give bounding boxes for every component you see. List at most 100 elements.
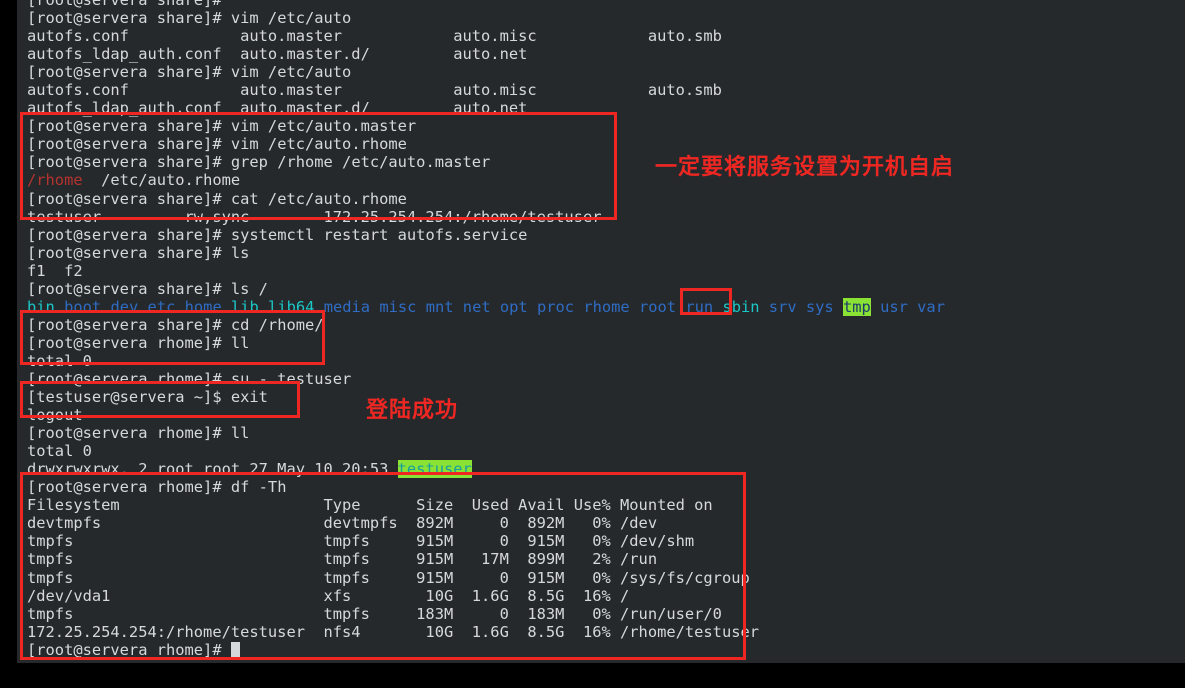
- terminal-text: devtmpfs devtmpfs 892M 0 892M 0% /dev: [27, 514, 658, 533]
- shell-command: vim /etc/auto: [221, 9, 352, 28]
- grep-match: /rhome: [27, 171, 83, 190]
- terminal-line: [root@servera share]#: [27, 0, 945, 9]
- shell-prompt: [root@servera share]#: [27, 243, 222, 262]
- shell-prompt: [root@servera rhome]#: [27, 369, 222, 388]
- annotation-text-autostart: 一定要将服务设置为开机自启: [655, 155, 955, 180]
- ls-entry-run: run: [685, 297, 714, 316]
- shell-command: cat /etc/auto.rhome: [221, 189, 407, 208]
- shell-prompt: [root@servera rhome]#: [27, 424, 222, 443]
- screenshot-root: [root@servera share]# [root@servera share…: [0, 0, 1185, 688]
- terminal-line: [root@servera share]# cd /rhome/: [27, 316, 945, 334]
- terminal-line: f1 f2: [27, 262, 945, 280]
- ls-entry-usr: usr: [880, 297, 908, 316]
- shell-command: df -Th: [221, 478, 287, 497]
- shell-prompt: [root@servera rhome]#: [27, 640, 222, 659]
- terminal-text: total 0: [27, 442, 92, 461]
- shell-command: vim /etc/auto.master: [221, 117, 417, 136]
- terminal-text: /etc/auto.rhome: [82, 171, 241, 190]
- terminal-line: tmpfs tmpfs 183M 0 183M 0% /run/user/0: [27, 605, 945, 623]
- shell-prompt: [root@servera share]#: [27, 9, 222, 28]
- terminal-line: [root@servera share]# vim /etc/auto.mast…: [27, 117, 945, 135]
- terminal-line: tmpfs tmpfs 915M 0 915M 0% /dev/shm: [27, 532, 945, 550]
- terminal-line: /dev/vda1 xfs 10G 1.6G 8.5G 16% /: [27, 587, 945, 605]
- ls-entry-root: root: [638, 297, 677, 316]
- terminal-line: Filesystem Type Size Used Avail Use% Mou…: [27, 496, 945, 514]
- shell-command: grep /rhome /etc/auto.master: [221, 153, 491, 172]
- shell-prompt: [root@servera share]#: [27, 135, 222, 154]
- shell-prompt: [root@servera share]#: [27, 0, 222, 9]
- terminal-line: autofs_ldap_auth.conf auto.master.d/ aut…: [27, 45, 945, 63]
- ls-entry-rhome: rhome: [583, 297, 630, 316]
- shell-command: ll: [221, 333, 250, 352]
- terminal-text: f1 f2: [27, 261, 83, 280]
- ls-entry-dev: dev: [110, 297, 139, 316]
- shell-command: cd /rhome/: [221, 315, 324, 334]
- terminal-text: 172.25.254.254:/rhome/testuser nfs4 10G …: [27, 622, 760, 641]
- highlighted-dirname: testuser: [397, 460, 472, 479]
- ls-entry-media: media: [323, 297, 371, 316]
- shell-prompt: [root@servera share]#: [27, 153, 222, 172]
- shell-command: exit: [221, 388, 268, 407]
- terminal-line: tmpfs tmpfs 915M 17M 899M 2% /run: [27, 550, 945, 568]
- terminal-text: autofs_ldap_auth.conf auto.master.d/ aut…: [27, 45, 528, 64]
- shell-command: su - testuser: [221, 369, 352, 388]
- terminal-line: drwxrwxrwx. 2 root root 27 May 10 20:53 …: [27, 460, 945, 479]
- shell-prompt: [root@servera share]#: [27, 189, 222, 208]
- terminal-line: total 0: [27, 442, 945, 460]
- terminal-line: testuser -rw,sync 172.25.254.254:/rhome/…: [27, 208, 945, 226]
- shell-command: ls: [221, 243, 250, 262]
- terminal-text: logout: [27, 406, 83, 425]
- shell-prompt: [root@servera share]#: [27, 315, 222, 334]
- ls-entry-proc: proc: [536, 297, 575, 316]
- shell-prompt: [root@servera share]#: [27, 63, 222, 82]
- terminal-text: tmpfs tmpfs 915M 0 915M 0% /sys/fs/cgrou…: [27, 568, 750, 587]
- terminal-output: [root@servera share]# [root@servera share…: [27, 0, 945, 659]
- terminal-text: total 0: [27, 351, 92, 370]
- terminal-text: tmpfs tmpfs 183M 0 183M 0% /run/user/0: [27, 604, 722, 623]
- shell-command: ll: [221, 424, 250, 443]
- terminal-text: autofs.conf auto.master auto.misc auto.s…: [27, 27, 722, 46]
- ls-entry-tmp: tmp: [842, 297, 871, 316]
- terminal-text: tmpfs tmpfs 915M 0 915M 0% /dev/shm: [27, 532, 695, 551]
- shell-command: vim /etc/auto.rhome: [221, 135, 407, 154]
- terminal-line: total 0: [27, 352, 945, 370]
- terminal-line: autofs_ldap_auth.conf auto.master.d/ aut…: [27, 99, 945, 117]
- ls-entry-lib: lib: [231, 297, 259, 316]
- ls-entry-net: net: [462, 297, 491, 316]
- terminal-line: 172.25.254.254:/rhome/testuser nfs4 10G …: [27, 623, 945, 641]
- terminal-line: [root@servera share]# cat /etc/auto.rhom…: [27, 190, 945, 208]
- terminal-text: /dev/vda1 xfs 10G 1.6G 8.5G 16% /: [27, 586, 630, 605]
- terminal-line: [root@servera share]# vim /etc/auto: [27, 63, 945, 81]
- terminal-text: autofs.conf auto.master auto.misc auto.s…: [27, 81, 722, 100]
- ls-entry-misc: misc: [379, 297, 417, 316]
- shell-prompt: [testuser@servera ~]$: [27, 388, 222, 407]
- terminal-line: [root@servera share]# ls: [27, 244, 945, 262]
- ls-entry-opt: opt: [499, 297, 528, 316]
- terminal-text: drwxrwxrwx. 2 root root 27 May 10 20:53: [27, 460, 398, 479]
- terminal-line: autofs.conf auto.master auto.misc auto.s…: [27, 81, 945, 99]
- terminal-line: logout: [27, 406, 945, 424]
- shell-command: vim /etc/auto: [221, 63, 352, 82]
- terminal-cursor: [230, 641, 241, 657]
- terminal-text: autofs_ldap_auth.conf auto.master.d/ aut…: [27, 99, 528, 118]
- terminal-line: [root@servera rhome]#: [27, 641, 945, 659]
- terminal-line: tmpfs tmpfs 915M 0 915M 0% /sys/fs/cgrou…: [27, 569, 945, 587]
- shell-command: ls /: [221, 279, 268, 298]
- shell-prompt: [root@servera share]#: [27, 117, 222, 136]
- terminal-window[interactable]: [root@servera share]# [root@servera share…: [17, 0, 1185, 663]
- ls-entry-home: home: [184, 297, 222, 316]
- ls-entry-sys: sys: [805, 297, 834, 316]
- shell-prompt: [root@servera share]#: [27, 279, 222, 298]
- ls-entry-sbin: sbin: [722, 297, 760, 316]
- ls-entry-lib64: lib64: [268, 297, 315, 316]
- terminal-line: [root@servera share]# systemctl restart …: [27, 226, 945, 244]
- terminal-line: [root@servera share]# ls /: [27, 280, 945, 298]
- shell-prompt: [root@servera rhome]#: [27, 333, 222, 352]
- shell-command: systemctl restart autofs.service: [221, 225, 528, 244]
- annotation-text-login-success: 登陆成功: [366, 398, 459, 423]
- ls-entry-boot: boot: [64, 297, 102, 316]
- terminal-text: tmpfs tmpfs 915M 17M 899M 2% /run: [27, 550, 658, 569]
- ls-entry-var: var: [917, 297, 945, 316]
- ls-entry-bin: bin: [27, 297, 55, 316]
- terminal-line: [root@servera share]# vim /etc/auto: [27, 9, 945, 27]
